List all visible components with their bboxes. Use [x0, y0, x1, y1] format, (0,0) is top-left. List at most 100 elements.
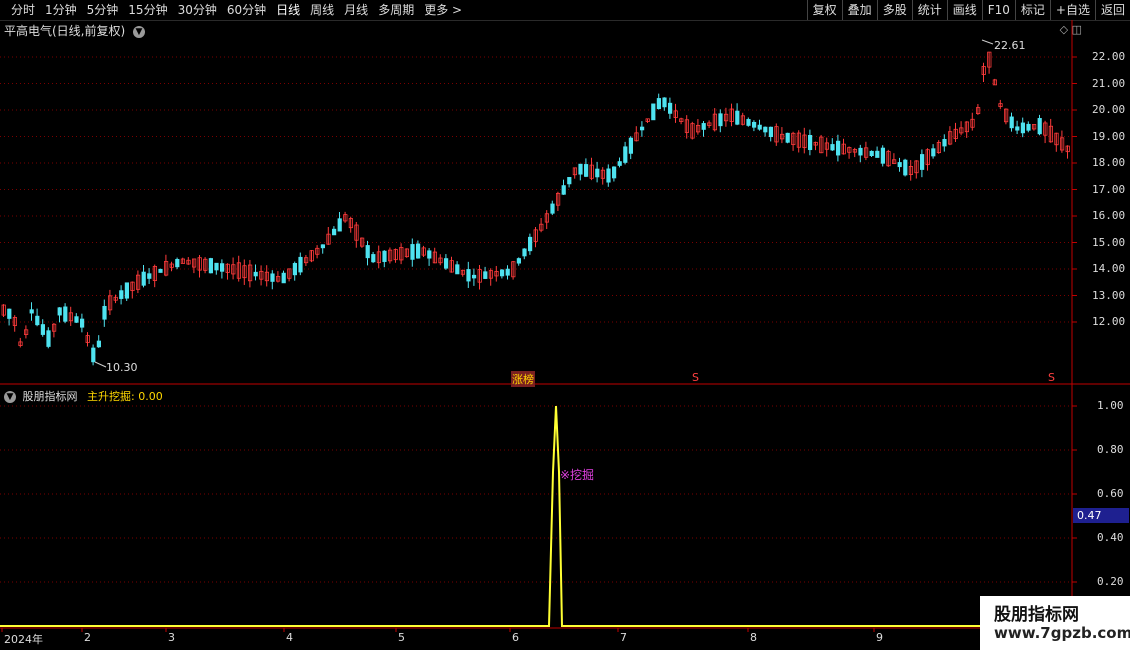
candle-body: [427, 250, 432, 259]
chevron-down-icon[interactable]: ▼: [4, 391, 16, 403]
indicator-name: 股朋指标网: [22, 390, 78, 403]
candle-body: [606, 168, 611, 183]
candle-body: [208, 258, 213, 274]
candle-body: [483, 271, 488, 279]
candle-body: [522, 248, 527, 257]
candle-body: [718, 113, 723, 127]
candle-body: [701, 123, 706, 130]
candle-body: [757, 124, 762, 130]
candle-body: [920, 154, 925, 170]
candle-body: [29, 309, 34, 314]
candle-body: [471, 274, 477, 279]
signal-label: ※挖掘: [560, 468, 595, 482]
kline-chart[interactable]: [0, 0, 1130, 650]
candle-body: [768, 126, 774, 138]
sell-marker-1: S: [692, 371, 699, 384]
candle-body: [746, 119, 751, 126]
candle-body: [292, 263, 298, 276]
price-tick: 22.00: [1092, 50, 1126, 63]
candle-body: [219, 263, 225, 272]
candle-body: [365, 245, 370, 259]
candle-body: [903, 159, 908, 176]
price-tick: 16.00: [1092, 209, 1126, 222]
candle-body: [80, 318, 85, 328]
date-tick: 4: [286, 631, 293, 644]
candle-body: [466, 269, 471, 282]
indicator-line: [0, 405, 984, 627]
sell-marker-2: S: [1048, 371, 1055, 384]
candle-body: [808, 135, 813, 151]
candle-body: [415, 243, 421, 259]
indicator-line-label: 主升挖掘: 0.00: [87, 390, 163, 403]
indicator-tick: 0.80: [1097, 443, 1124, 456]
candle-body: [623, 146, 628, 163]
candle-body: [785, 132, 790, 143]
candle-body: [561, 185, 566, 195]
candle-body: [214, 262, 219, 271]
candle-body: [281, 272, 286, 284]
indicator-tick: 0.60: [1097, 487, 1124, 500]
price-tick: 15.00: [1092, 235, 1126, 249]
price-tick: 13.00: [1092, 288, 1126, 302]
candle-body: [1015, 126, 1020, 131]
date-tick: 3: [168, 631, 175, 644]
candle-body: [617, 161, 622, 166]
candle-body: [735, 110, 740, 125]
indicator-tick: 0.40: [1097, 531, 1124, 544]
candle-body: [331, 228, 337, 236]
candle-body: [567, 177, 572, 185]
candle-body: [595, 168, 600, 178]
candle-body: [455, 264, 460, 275]
candle-body: [528, 236, 533, 252]
candle-body: [1020, 122, 1026, 134]
candle-body: [7, 308, 12, 319]
candle-body: [63, 306, 68, 322]
candle-body: [505, 268, 510, 276]
indicator-tick: 0.20: [1097, 575, 1124, 588]
indicator-title[interactable]: ▼ 股朋指标网 主升挖掘: 0.00: [4, 388, 163, 404]
candle-body: [74, 316, 79, 323]
candle-body: [382, 250, 387, 262]
candle-body: [158, 268, 163, 273]
candle-body: [897, 162, 902, 168]
price-tick: 19.00: [1092, 129, 1126, 143]
candle-body: [668, 102, 673, 114]
price-tick: 18.00: [1092, 156, 1126, 169]
date-tick: 9: [876, 631, 883, 644]
candle-body: [1009, 116, 1014, 129]
low-price-text: 10.30: [106, 361, 138, 374]
candle-body: [40, 324, 46, 335]
price-tick: 21.00: [1092, 76, 1126, 90]
candle-body: [640, 126, 645, 131]
candle-body: [141, 271, 146, 286]
candle-body: [656, 98, 662, 110]
candle-body: [91, 347, 96, 363]
candle-body: [270, 273, 275, 282]
candle-body: [320, 244, 326, 249]
candle-body: [1026, 123, 1031, 131]
high-price-label: 22.61: [994, 39, 1026, 52]
candle-body: [147, 273, 152, 279]
indicator-tick: 1.00: [1097, 399, 1124, 412]
candle-body: [253, 271, 258, 277]
low-price-label: 10.30: [106, 361, 138, 374]
watermark-url: www.7gpzb.com: [994, 624, 1130, 642]
candle-body: [57, 307, 62, 316]
candle-body: [1037, 118, 1042, 135]
price-tick: 17.00: [1092, 182, 1126, 196]
candle-body: [46, 330, 51, 347]
high-pointer: [981, 39, 994, 45]
candle-body: [298, 256, 303, 273]
candle-body: [584, 164, 589, 177]
candle-body: [931, 148, 936, 157]
rank-marker: 涨榜: [511, 371, 535, 387]
candle-body: [942, 139, 947, 147]
candle-body: [175, 259, 180, 268]
candle-body: [830, 144, 835, 151]
low-pointer: [94, 361, 107, 368]
candle-body: [337, 218, 342, 232]
watermark-title: 股朋指标网: [994, 605, 1079, 625]
candle-body: [763, 126, 768, 133]
candle-body: [35, 315, 40, 326]
date-tick: 5: [398, 631, 405, 644]
